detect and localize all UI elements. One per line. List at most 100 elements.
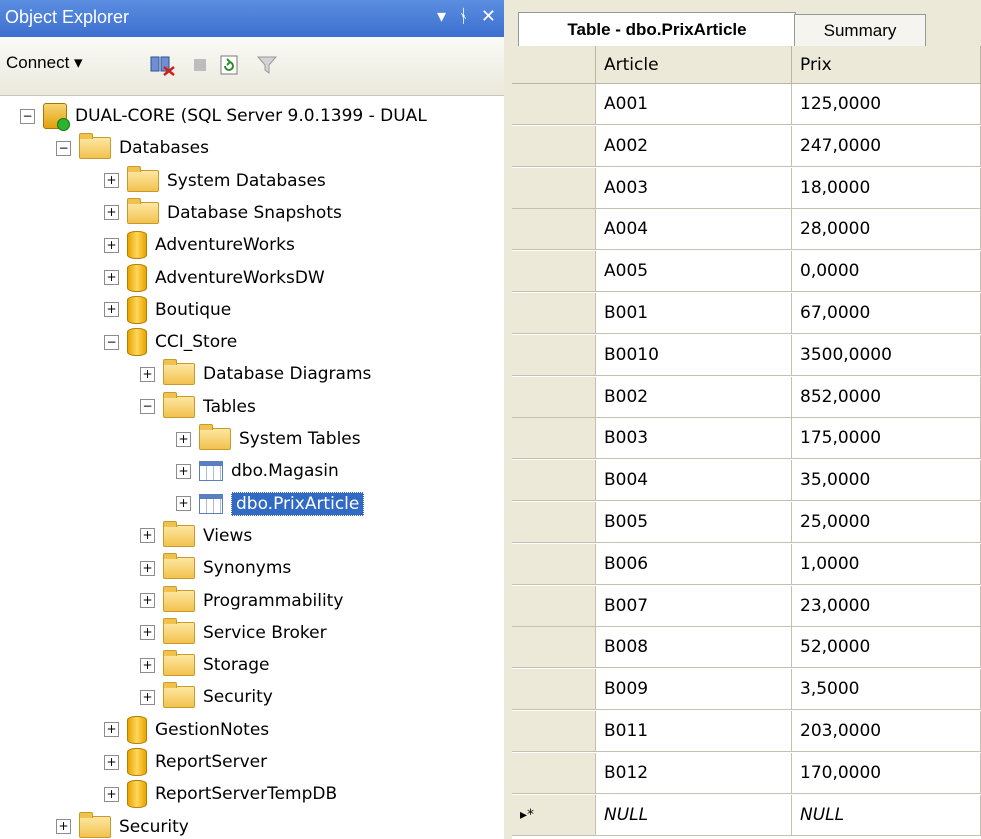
cell-prix[interactable]: 1,0000 <box>792 543 981 585</box>
cell-article[interactable]: B011 <box>596 711 792 752</box>
collapse-icon[interactable]: − <box>56 140 71 156</box>
row-selector[interactable] <box>512 711 596 752</box>
tree-node[interactable]: + dbo.PrixArticle <box>176 489 365 519</box>
expand-icon[interactable]: + <box>140 657 155 673</box>
cell-article[interactable]: A002 <box>596 125 792 167</box>
row-selector[interactable] <box>512 627 596 669</box>
table-row[interactable]: B008 52,0000 <box>512 627 981 669</box>
tree-node[interactable]: + System Tables <box>176 424 361 454</box>
table-row[interactable]: B002 852,0000 <box>512 376 981 419</box>
panel-splitter[interactable] <box>504 0 512 839</box>
row-header-corner[interactable] <box>512 46 596 84</box>
tree-node[interactable]: + Programmability <box>140 585 343 616</box>
tree-node[interactable]: − CCI_Store <box>104 327 237 357</box>
tree-node[interactable]: + GestionNotes <box>104 715 269 745</box>
cell-prix[interactable]: 0,0000 <box>792 251 981 293</box>
cell-prix[interactable]: 203,0000 <box>792 711 981 752</box>
expand-icon[interactable]: + <box>140 366 155 382</box>
cell-article[interactable]: B012 <box>596 752 792 794</box>
expand-icon[interactable]: + <box>140 593 155 608</box>
tree-node[interactable]: + AdventureWorksDW <box>104 263 325 293</box>
row-selector[interactable] <box>512 585 596 627</box>
cell-article[interactable]: A004 <box>596 209 792 251</box>
table-row[interactable]: B001 67,0000 <box>512 293 981 335</box>
cell-prix[interactable]: 23,0000 <box>792 585 981 627</box>
cell-article[interactable]: B006 <box>596 543 792 585</box>
expand-icon[interactable]: + <box>140 625 155 641</box>
cell-prix[interactable]: 3,5000 <box>792 669 981 711</box>
tree-node[interactable]: + System Databases <box>104 165 326 196</box>
expand-icon[interactable]: + <box>140 528 155 544</box>
cell-prix[interactable]: 18,0000 <box>792 167 981 209</box>
expand-icon[interactable]: + <box>176 463 191 479</box>
cell-prix[interactable]: 175,0000 <box>792 418 981 460</box>
cell-prix[interactable]: 170,0000 <box>792 752 981 794</box>
table-row[interactable]: A001 125,0000 <box>512 84 981 126</box>
close-icon[interactable]: ✕ <box>481 6 496 27</box>
table-row[interactable]: A002 247,0000 <box>512 125 981 168</box>
row-selector[interactable] <box>512 251 596 293</box>
new-row-marker[interactable]: ▸* <box>512 794 596 836</box>
cell-article[interactable]: A005 <box>596 251 792 293</box>
tree-node[interactable]: − Tables <box>140 391 256 422</box>
cell-article[interactable]: B007 <box>596 585 792 627</box>
tree-node[interactable]: + Security <box>56 811 189 839</box>
row-selector[interactable] <box>512 669 596 711</box>
tree-node[interactable]: + Views <box>140 520 252 551</box>
cell-prix[interactable]: 52,0000 <box>792 627 981 669</box>
tab-table-prixarticle[interactable]: Table - dbo.PrixArticle <box>518 12 796 46</box>
cell-article[interactable]: B003 <box>596 418 792 460</box>
expand-icon[interactable]: + <box>104 754 119 770</box>
tree-node[interactable]: + ReportServer <box>104 747 267 777</box>
tree-node[interactable]: − Databases <box>56 133 209 163</box>
cell-prix[interactable]: 3500,0000 <box>792 334 981 376</box>
expand-icon[interactable]: + <box>104 270 119 285</box>
cell-prix[interactable]: 25,0000 <box>792 502 981 543</box>
cell-article[interactable]: B005 <box>596 502 792 543</box>
tree-node[interactable]: + Boutique <box>104 295 231 325</box>
expand-icon[interactable]: + <box>104 237 119 253</box>
expand-icon[interactable]: + <box>104 302 119 318</box>
cell-article[interactable]: B001 <box>596 293 792 334</box>
expand-icon[interactable]: + <box>104 205 119 221</box>
cell-article[interactable]: B004 <box>596 460 792 502</box>
table-row[interactable]: A003 18,0000 <box>512 167 981 210</box>
row-selector[interactable] <box>512 502 596 543</box>
new-row[interactable]: ▸* NULL NULL <box>512 794 981 837</box>
window-menu-icon[interactable]: ▾ <box>437 6 446 27</box>
tree-node[interactable]: + AdventureWorks <box>104 230 295 260</box>
disconnect-icon[interactable] <box>148 54 176 76</box>
tree-node[interactable]: + ReportServerTempDB <box>104 779 337 809</box>
expand-icon[interactable]: + <box>56 819 71 835</box>
column-header-article[interactable]: Article <box>596 46 792 84</box>
table-row[interactable]: B004 35,0000 <box>512 460 981 502</box>
expand-icon[interactable]: + <box>104 786 119 802</box>
expand-icon[interactable]: + <box>104 722 119 738</box>
table-row[interactable]: B012 170,0000 <box>512 752 981 795</box>
tree-node[interactable]: + Synonyms <box>140 553 291 583</box>
table-row[interactable]: B007 23,0000 <box>512 585 981 628</box>
tree-node[interactable]: + Security <box>140 682 273 712</box>
tree-node[interactable]: + dbo.Magasin <box>176 456 339 486</box>
table-row[interactable]: A004 28,0000 <box>512 209 981 251</box>
row-selector[interactable] <box>512 209 596 251</box>
cell-article-null[interactable]: NULL <box>596 794 792 836</box>
cell-article[interactable]: B008 <box>596 627 792 669</box>
table-row[interactable]: B011 203,0000 <box>512 711 981 753</box>
row-selector[interactable] <box>512 543 596 585</box>
column-header-prix[interactable]: Prix <box>792 46 981 84</box>
tab-summary[interactable]: Summary <box>794 14 926 46</box>
row-selector[interactable] <box>512 334 596 376</box>
row-selector[interactable] <box>512 418 596 460</box>
tree-node[interactable]: + Database Diagrams <box>140 359 371 389</box>
connect-button[interactable]: Connect ▾ <box>6 53 83 73</box>
cell-prix-null[interactable]: NULL <box>792 794 981 836</box>
stop-icon[interactable] <box>192 54 208 76</box>
collapse-icon[interactable]: − <box>140 399 155 415</box>
table-row[interactable]: B009 3,5000 <box>512 669 981 711</box>
pin-icon[interactable]: ᛀ <box>458 6 469 27</box>
tree-node[interactable]: + Storage <box>140 650 270 680</box>
expand-icon[interactable]: + <box>176 496 191 512</box>
refresh-icon[interactable] <box>218 54 240 76</box>
expand-icon[interactable]: + <box>176 431 191 447</box>
